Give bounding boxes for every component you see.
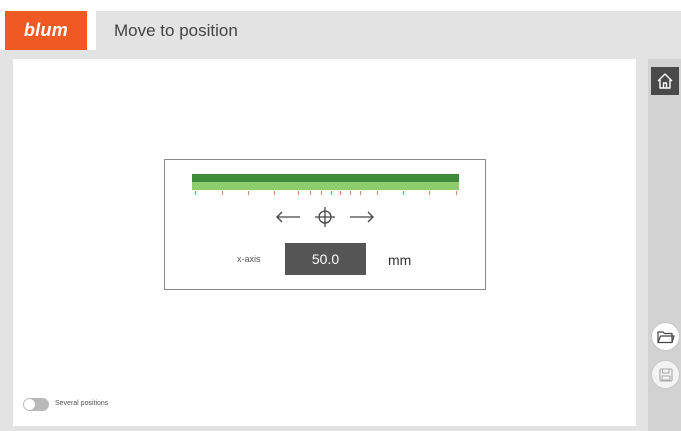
ruler-bar-dark <box>192 174 459 182</box>
ruler-tick <box>360 191 361 195</box>
header: blum Move to position <box>0 0 681 50</box>
save-button[interactable] <box>651 360 680 389</box>
move-controls <box>275 207 375 227</box>
arrow-left-icon[interactable] <box>275 211 301 223</box>
ruler-tick <box>298 191 299 195</box>
position-value-field[interactable]: 50.0 <box>285 243 366 275</box>
arrow-right-icon[interactable] <box>349 211 375 223</box>
ruler-tick <box>321 191 322 195</box>
ruler-tick <box>331 191 332 195</box>
ruler-tick <box>310 191 311 195</box>
ruler-tick <box>274 191 275 195</box>
toggle-knob <box>24 399 35 410</box>
axis-label: x-axis <box>237 254 261 264</box>
open-folder-icon <box>656 330 675 343</box>
home-button[interactable] <box>651 67 679 95</box>
ruler-tick <box>429 191 430 195</box>
page-title: Move to position <box>114 20 238 40</box>
blum-logo: blum <box>5 11 87 50</box>
position-panel: x-axis 50.0 mm <box>164 159 486 290</box>
crosshair-icon[interactable] <box>315 207 335 227</box>
ruler-tick <box>222 191 223 195</box>
title-bar: Move to position <box>96 11 681 50</box>
several-positions-label: Several positions <box>55 400 109 407</box>
ruler-tick <box>377 191 378 195</box>
ruler-tick <box>403 191 404 195</box>
ruler-bar-light <box>192 182 459 190</box>
several-positions-toggle[interactable] <box>23 398 49 411</box>
ruler-tick <box>195 191 196 195</box>
logo-text: blum <box>23 20 69 40</box>
home-icon <box>657 73 673 89</box>
ruler-tick <box>456 191 457 195</box>
unit-label: mm <box>388 252 412 268</box>
ruler-tick <box>340 191 341 195</box>
position-ruler[interactable] <box>192 174 459 196</box>
save-icon <box>658 367 673 382</box>
ruler-tick <box>350 191 351 195</box>
ruler-tick <box>248 191 249 195</box>
open-button[interactable] <box>651 322 680 351</box>
